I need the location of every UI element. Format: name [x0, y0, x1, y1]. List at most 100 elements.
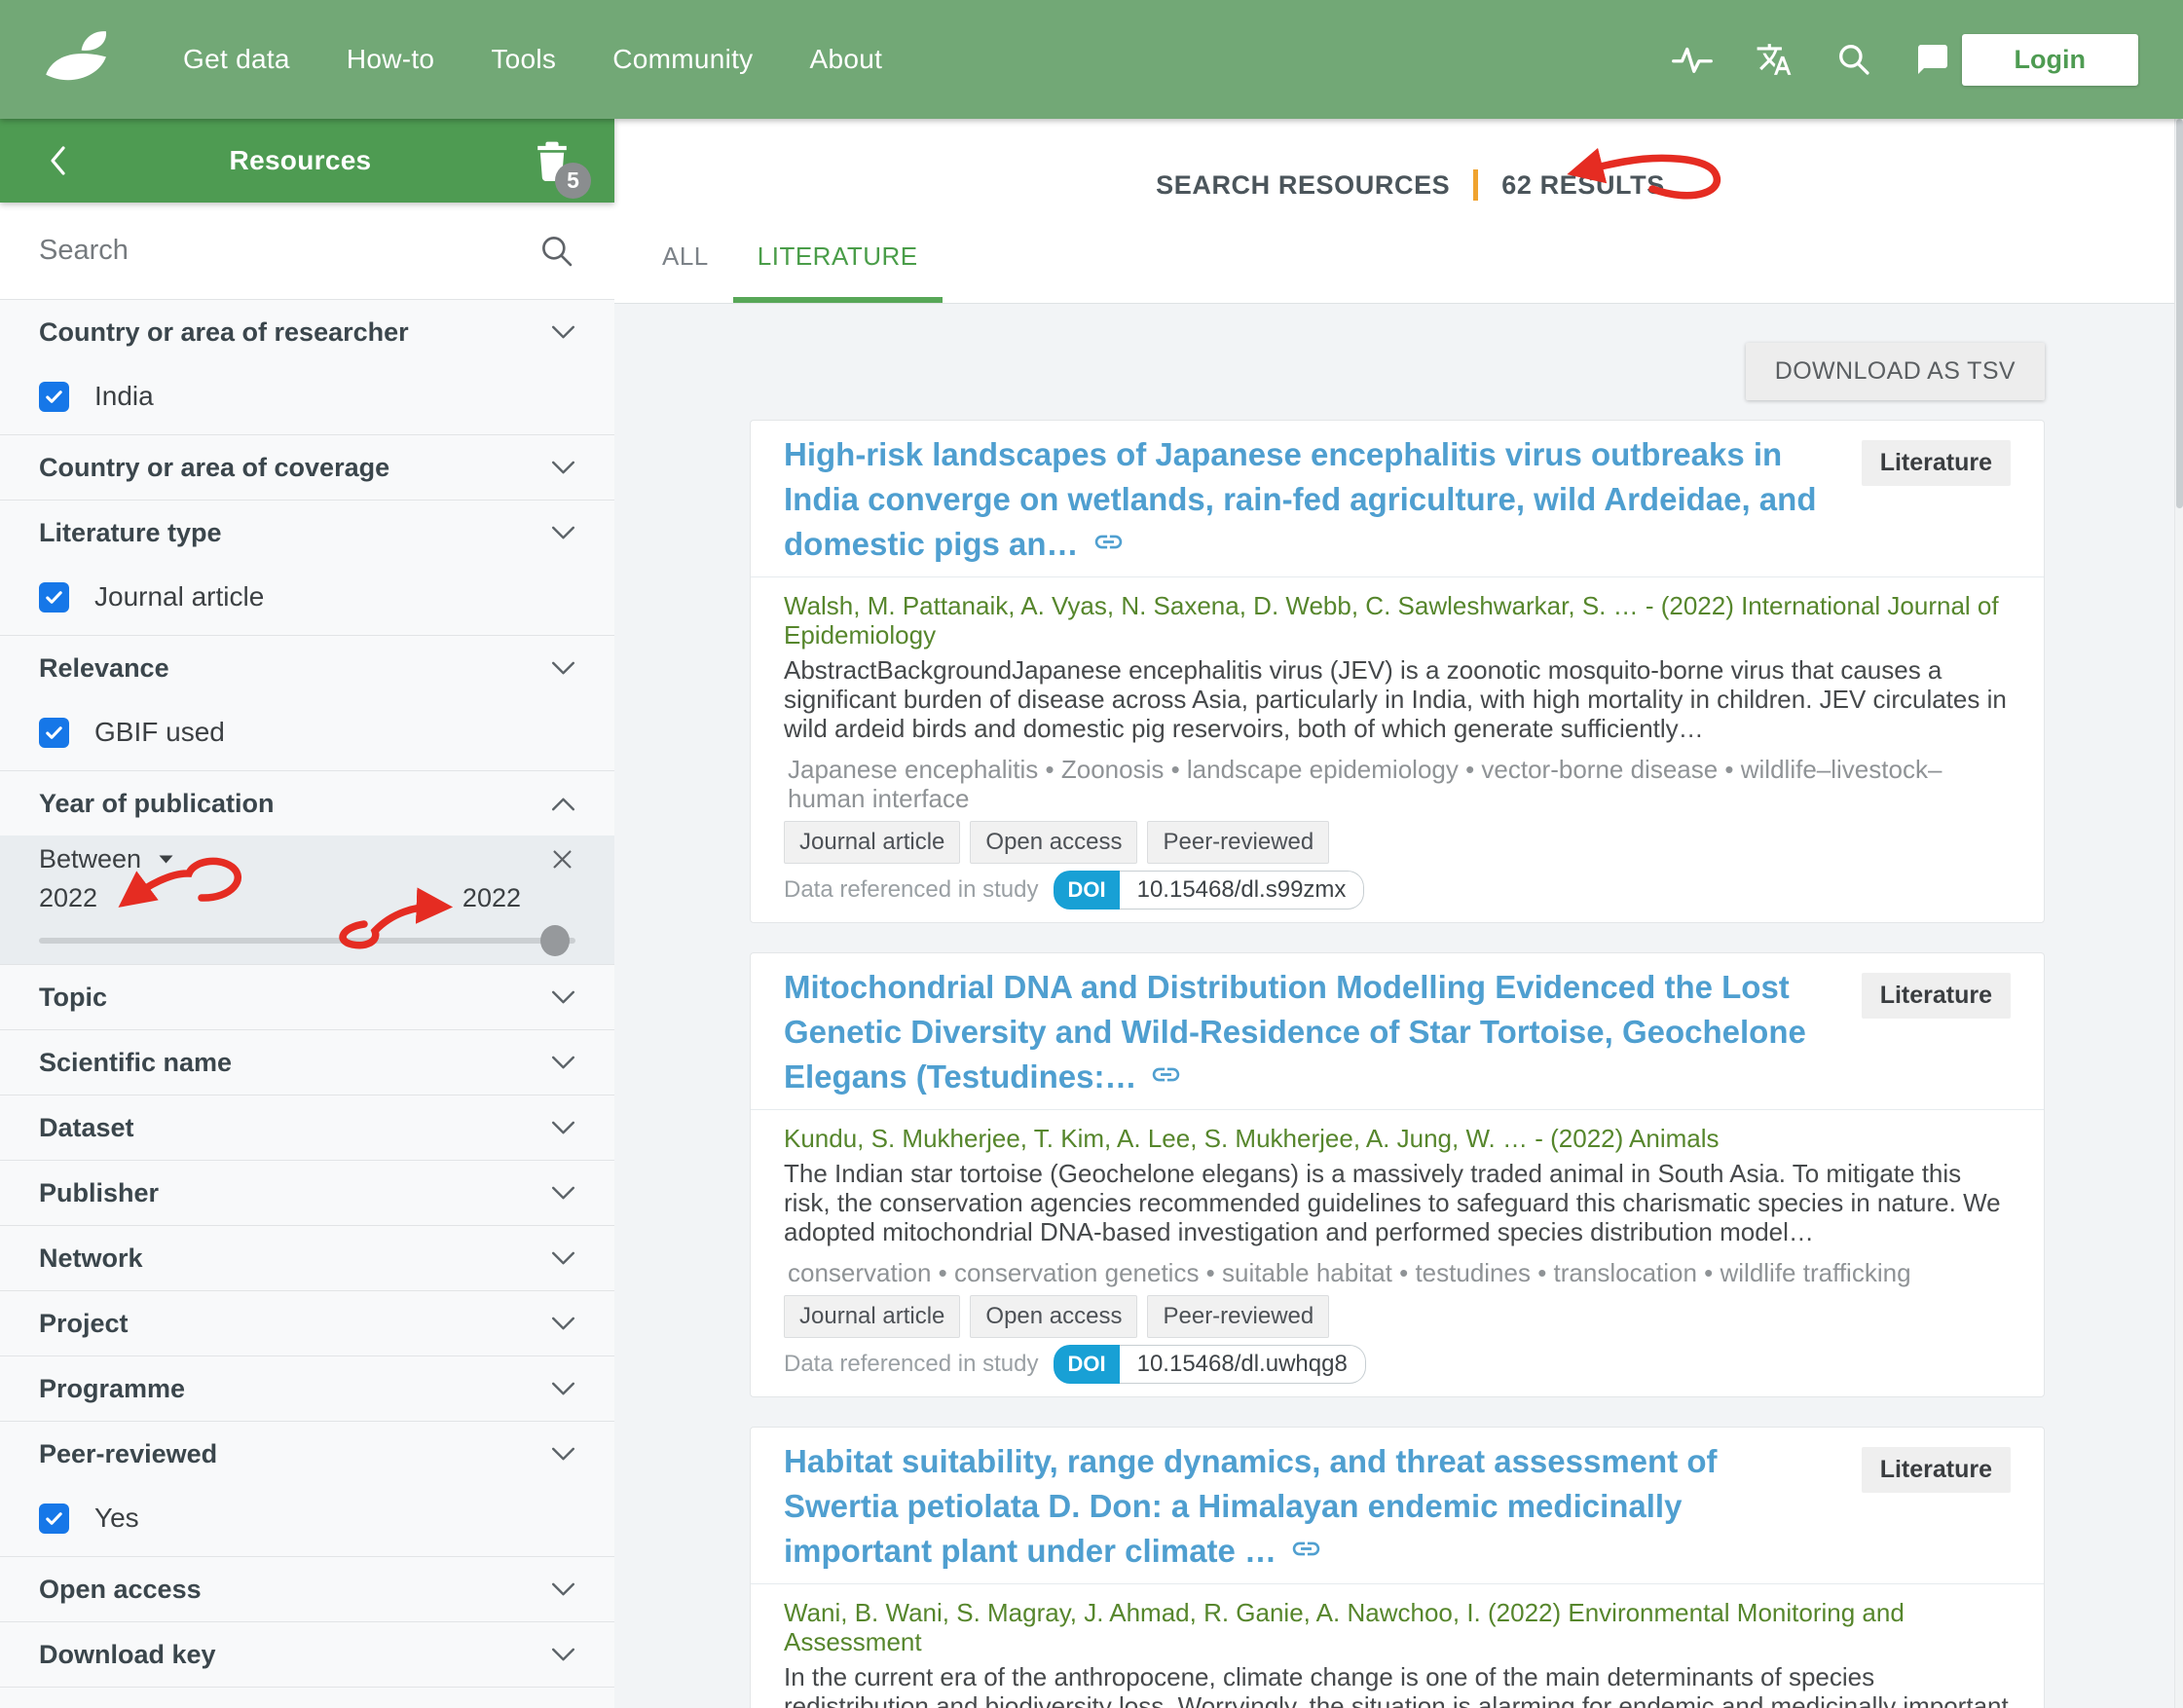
filter-header-peer-reviewed[interactable]: Peer-reviewed: [39, 1422, 575, 1486]
back-button[interactable]: [47, 144, 68, 177]
link-icon[interactable]: [1150, 1058, 1182, 1091]
year-slider[interactable]: [39, 925, 575, 956]
nav-item-get-data[interactable]: Get data: [183, 44, 290, 75]
slider-handle[interactable]: [540, 925, 570, 956]
nav-item-tools[interactable]: Tools: [491, 44, 556, 75]
filter-header-open-access[interactable]: Open access: [39, 1557, 575, 1621]
chevron-down-icon: [551, 661, 575, 676]
chevron-down-icon: [551, 1382, 575, 1396]
filter-header-network[interactable]: Network: [39, 1226, 575, 1290]
filter-header-topic[interactable]: Topic: [39, 965, 575, 1029]
tag-chip-open-access: Open access: [970, 821, 1137, 864]
result-title-link[interactable]: High-risk landscapes of Japanese encepha…: [784, 436, 1816, 562]
orange-separator: [1473, 169, 1478, 201]
scrollbar-thumb[interactable]: [2176, 119, 2183, 508]
nav-item-how-to[interactable]: How-to: [347, 44, 435, 75]
filter-label: Project: [39, 1309, 129, 1339]
page-scrollbar[interactable]: [2174, 119, 2183, 1708]
caret-down-icon: [157, 853, 175, 865]
activity-icon[interactable]: [1672, 44, 1713, 75]
filter-section-programme: Programme: [0, 1356, 614, 1422]
filter-label: Relevance: [39, 653, 169, 684]
chevron-down-icon: [551, 1186, 575, 1201]
download-tsv-button[interactable]: DOWNLOAD AS TSV: [1746, 343, 2045, 400]
result-title: Mitochondrial DNA and Distribution Model…: [784, 965, 1829, 1099]
filter-header-country-or-area-of-researcher[interactable]: Country or area of researcher: [39, 300, 575, 364]
tab-literature[interactable]: LITERATURE: [733, 241, 943, 303]
filter-section-topic: Topic: [0, 965, 614, 1030]
filter-label: Scientific name: [39, 1048, 232, 1078]
nav-item-community[interactable]: Community: [612, 44, 753, 75]
filter-header-literature-type[interactable]: Literature type: [39, 501, 575, 565]
results-count: 62 RESULTS: [1501, 170, 1665, 201]
doi-prefix-label: Data referenced in study: [784, 876, 1038, 904]
literature-badge: Literature: [1862, 1447, 2011, 1493]
filter-option-yes[interactable]: Yes: [39, 1486, 575, 1550]
slider-track[interactable]: [39, 938, 575, 944]
nav-actions: [1672, 41, 1950, 78]
year-range-panel: Between20222022: [0, 835, 614, 964]
doi-link[interactable]: DOI10.15468/dl.uwhqg8: [1054, 1345, 1365, 1384]
filter-header-download-key[interactable]: Download key: [39, 1622, 575, 1687]
top-navigation: Get data How-to Tools Community About Login: [0, 0, 2183, 119]
filter-label: Download key: [39, 1640, 216, 1670]
result-authors: Walsh, M. Pattanaik, A. Vyas, N. Saxena,…: [784, 591, 2011, 650]
chevron-down-icon: [551, 990, 575, 1005]
range-mode-dropdown[interactable]: Between: [39, 844, 175, 874]
checkbox-checked[interactable]: [39, 718, 69, 748]
filter-header-dataset[interactable]: Dataset: [39, 1095, 575, 1160]
filter-count-badge: 5: [555, 163, 591, 199]
filter-label: Literature type: [39, 518, 222, 548]
gbif-logo[interactable]: [41, 21, 117, 97]
doi-value: 10.15468/dl.s99zmx: [1120, 871, 1365, 910]
filter-header-country-or-area-of-coverage[interactable]: Country or area of coverage: [39, 435, 575, 500]
search-input[interactable]: [39, 235, 538, 267]
filter-label: Network: [39, 1244, 143, 1274]
nav-item-about[interactable]: About: [809, 44, 882, 75]
result-title: Habitat suitability, range dynamics, and…: [784, 1439, 1829, 1574]
filter-section-relevance: Relevance GBIF used: [0, 636, 614, 771]
login-button[interactable]: Login: [1962, 34, 2138, 86]
doi-badge: DOI: [1054, 1345, 1119, 1384]
filter-option-journal-article[interactable]: Journal article: [39, 565, 575, 629]
search-icon[interactable]: [1835, 41, 1872, 78]
doi-badge: DOI: [1054, 871, 1119, 910]
result-tags: Journal articleOpen accessPeer-reviewed: [784, 1295, 2011, 1338]
doi-link[interactable]: DOI10.15468/dl.s99zmx: [1054, 871, 1364, 910]
tab-all[interactable]: ALL: [638, 241, 733, 303]
clear-filters-button[interactable]: 5: [533, 138, 572, 183]
filter-option-label: GBIF used: [94, 717, 225, 748]
filter-header-relevance[interactable]: Relevance: [39, 636, 575, 700]
result-authors: Kundu, S. Mukherjee, T. Kim, A. Lee, S. …: [784, 1124, 2011, 1153]
filter-header-year-of-publication[interactable]: Year of publication: [0, 771, 614, 835]
close-icon[interactable]: [549, 846, 575, 873]
translate-icon[interactable]: [1756, 41, 1793, 78]
result-abstract: The Indian star tortoise (Geochelone ele…: [784, 1159, 2011, 1246]
filter-option-india[interactable]: India: [39, 364, 575, 428]
results-list: High-risk landscapes of Japanese encepha…: [750, 420, 2045, 1708]
result-title-link[interactable]: Habitat suitability, range dynamics, and…: [784, 1443, 1718, 1569]
filter-header-scientific-name[interactable]: Scientific name: [39, 1030, 575, 1095]
filter-header-publisher[interactable]: Publisher: [39, 1161, 575, 1225]
tag-chip-peer-reviewed: Peer-reviewed: [1147, 821, 1329, 864]
filter-label: Dataset: [39, 1113, 134, 1143]
filter-option-gbif-used[interactable]: GBIF used: [39, 700, 575, 764]
checkbox-checked[interactable]: [39, 582, 69, 613]
filter-section-download-key: Download key: [0, 1622, 614, 1688]
filter-header-project[interactable]: Project: [39, 1291, 575, 1355]
doi-prefix-label: Data referenced in study: [784, 1351, 1038, 1378]
filter-section-project: Project: [0, 1291, 614, 1356]
checkbox-checked[interactable]: [39, 1504, 69, 1534]
chevron-down-icon: [551, 1121, 575, 1135]
result-title-link[interactable]: Mitochondrial DNA and Distribution Model…: [784, 969, 1806, 1095]
checkbox-checked[interactable]: [39, 382, 69, 412]
literature-badge: Literature: [1862, 973, 2011, 1019]
chat-icon[interactable]: [1915, 42, 1950, 77]
filter-label: Country or area of coverage: [39, 453, 389, 483]
link-icon[interactable]: [1290, 1533, 1322, 1565]
chevron-down-icon: [551, 526, 575, 540]
filter-header-programme[interactable]: Programme: [39, 1356, 575, 1421]
search-icon[interactable]: [538, 233, 575, 270]
filter-option-label: Journal article: [94, 581, 264, 613]
link-icon[interactable]: [1092, 526, 1125, 558]
